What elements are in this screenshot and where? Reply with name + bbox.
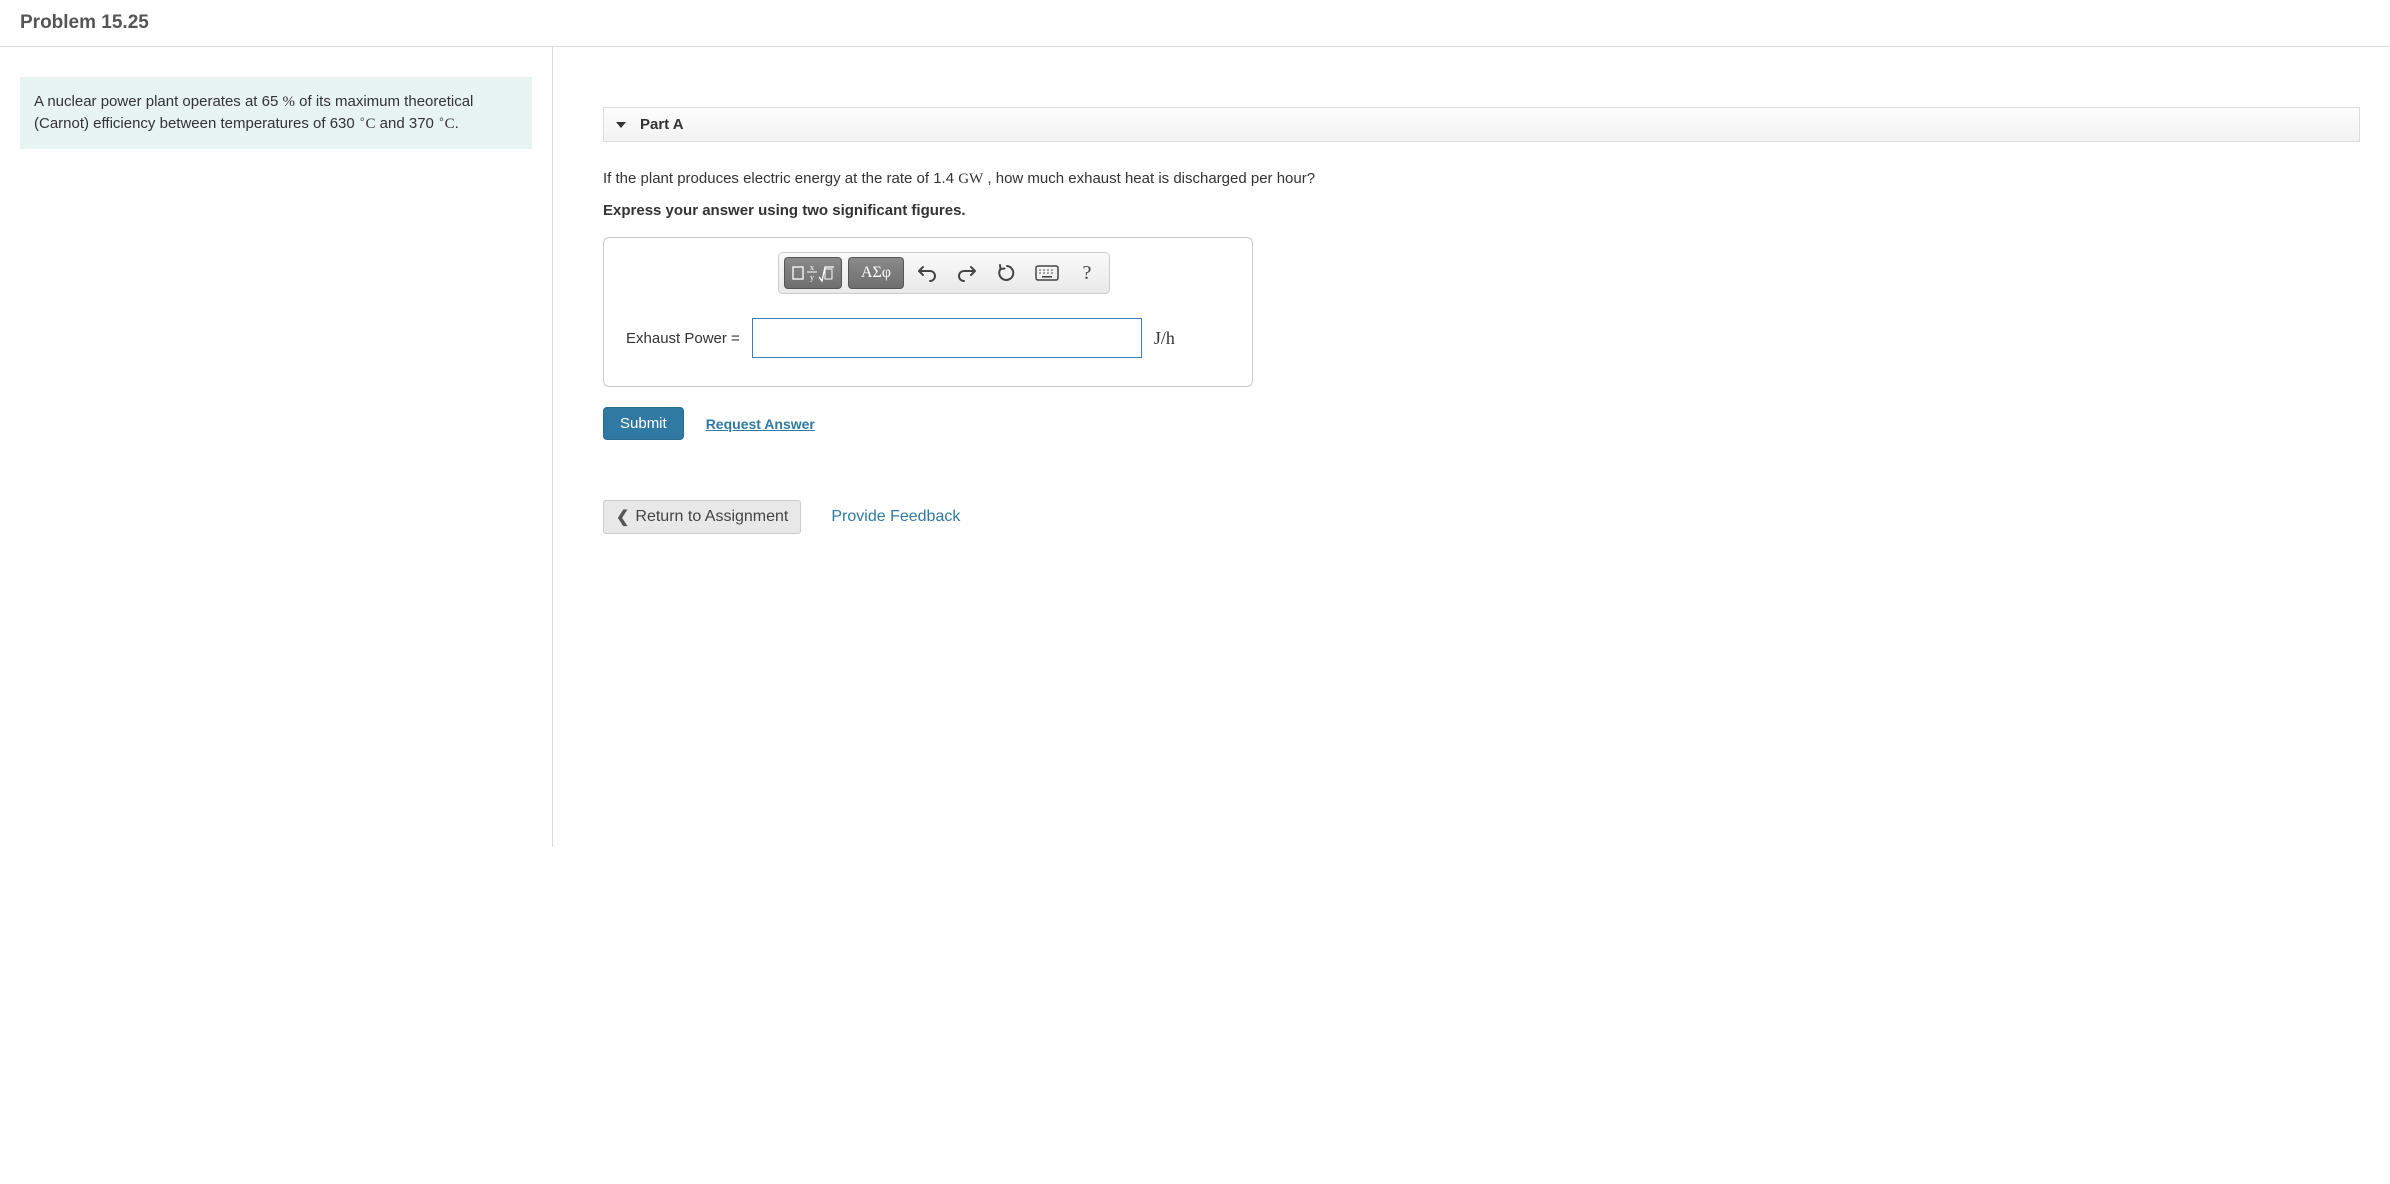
redo-button[interactable] bbox=[950, 257, 984, 289]
reset-button[interactable] bbox=[990, 257, 1024, 289]
redo-icon bbox=[957, 264, 977, 282]
help-button[interactable]: ? bbox=[1070, 257, 1104, 289]
problem-title: Problem 15.25 bbox=[20, 12, 2370, 34]
action-row: Submit Request Answer bbox=[603, 407, 2360, 440]
question-text: If the plant produces electric energy at… bbox=[603, 170, 2360, 188]
instruction-text: Express your answer using two significan… bbox=[603, 202, 2360, 219]
answer-label: Exhaust Power = bbox=[626, 330, 740, 347]
part-header[interactable]: Part A bbox=[603, 107, 2360, 142]
reset-icon bbox=[997, 263, 1017, 283]
caret-down-icon bbox=[616, 122, 626, 128]
math-template-icon: x y bbox=[791, 263, 835, 283]
math-template-button[interactable]: x y bbox=[784, 257, 842, 289]
request-answer-link[interactable]: Request Answer bbox=[706, 416, 815, 432]
answer-input[interactable] bbox=[752, 318, 1142, 358]
problem-statement: A nuclear power plant operates at 65 % o… bbox=[20, 77, 532, 149]
bottom-row: ❮ Return to Assignment Provide Feedback bbox=[603, 500, 2360, 534]
left-panel: A nuclear power plant operates at 65 % o… bbox=[0, 47, 553, 847]
content-area: A nuclear power plant operates at 65 % o… bbox=[0, 47, 2390, 847]
keyboard-button[interactable] bbox=[1030, 257, 1064, 289]
greek-letters-button[interactable]: ΑΣφ bbox=[848, 257, 904, 289]
return-to-assignment-button[interactable]: ❮ Return to Assignment bbox=[603, 500, 801, 534]
answer-unit: J/h bbox=[1154, 328, 1175, 349]
part-label: Part A bbox=[640, 116, 684, 133]
svg-text:x: x bbox=[810, 263, 814, 272]
return-label: Return to Assignment bbox=[635, 508, 788, 526]
submit-button[interactable]: Submit bbox=[603, 407, 684, 440]
equation-toolbar: x y ΑΣφ bbox=[778, 252, 1110, 294]
keyboard-icon bbox=[1035, 265, 1059, 281]
page-header: Problem 15.25 bbox=[0, 0, 2390, 47]
provide-feedback-link[interactable]: Provide Feedback bbox=[831, 508, 960, 526]
answer-row: Exhaust Power = J/h bbox=[618, 318, 1238, 358]
chevron-left-icon: ❮ bbox=[616, 507, 629, 527]
undo-button[interactable] bbox=[910, 257, 944, 289]
answer-box: x y ΑΣφ bbox=[603, 237, 1253, 387]
svg-text:y: y bbox=[810, 273, 814, 282]
undo-icon bbox=[917, 264, 937, 282]
right-panel: Part A If the plant produces electric en… bbox=[553, 47, 2390, 847]
